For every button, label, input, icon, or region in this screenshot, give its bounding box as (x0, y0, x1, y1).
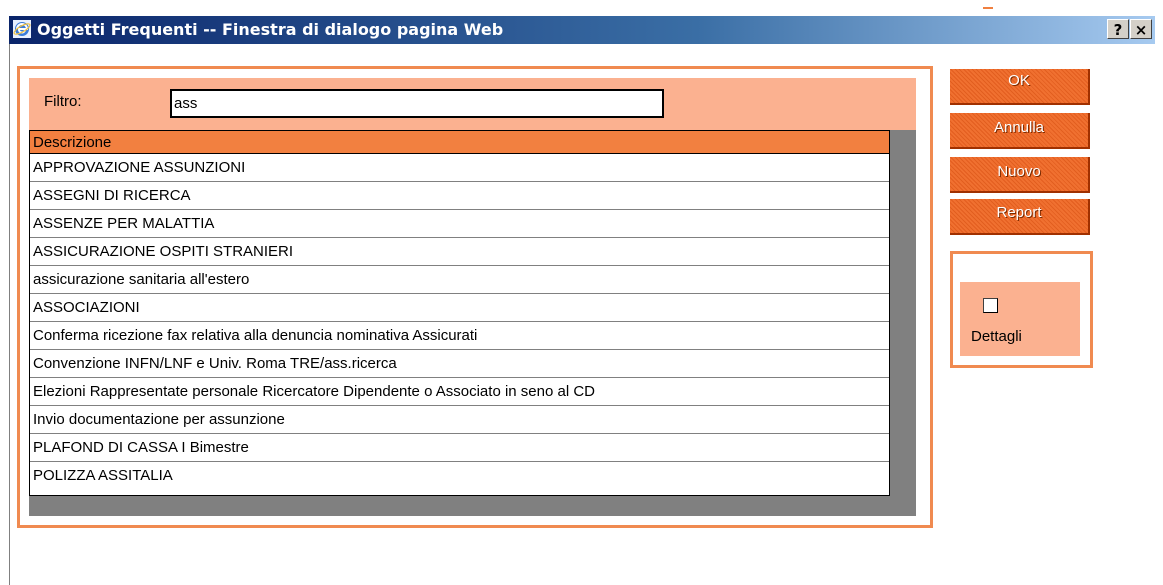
ie-icon (13, 20, 31, 38)
help-button[interactable]: ? (1107, 19, 1129, 39)
results-grid[interactable]: Descrizione APPROVAZIONE ASSUNZIONI ASSEG… (29, 130, 890, 496)
new-button[interactable]: Nuovo (950, 157, 1090, 193)
window-title: Oggetti Frequenti -- Finestra di dialogo… (37, 20, 504, 39)
grid-rows: APPROVAZIONE ASSUNZIONI ASSEGNI DI RICERC… (30, 154, 889, 490)
close-button[interactable]: × (1130, 19, 1152, 39)
table-row[interactable]: Convenzione INFN/LNF e Univ. Roma TRE/as… (30, 350, 889, 378)
table-row[interactable]: ASSICURAZIONE OSPITI STRANIERI (30, 238, 889, 266)
table-row[interactable]: Elezioni Rappresentate personale Ricerca… (30, 378, 889, 406)
column-header-descrizione[interactable]: Descrizione (30, 131, 889, 154)
window-left-border (9, 44, 10, 585)
table-row[interactable]: ASSEGNI DI RICERCA (30, 182, 889, 210)
table-row[interactable]: ASSENZE PER MALATTIA (30, 210, 889, 238)
cancel-button[interactable]: Annulla (950, 113, 1090, 149)
report-button[interactable]: Report (950, 199, 1090, 235)
accent-mark (983, 7, 993, 9)
table-row[interactable]: APPROVAZIONE ASSUNZIONI (30, 154, 889, 182)
table-row[interactable]: PLAFOND DI CASSA I Bimestre (30, 434, 889, 462)
title-bar[interactable]: Oggetti Frequenti -- Finestra di dialogo… (9, 16, 1155, 44)
table-row[interactable]: assicurazione sanitaria all'estero (30, 266, 889, 294)
filter-input[interactable] (170, 89, 664, 118)
details-label: Dettagli (971, 328, 1022, 345)
dialog-window: Oggetti Frequenti -- Finestra di dialogo… (0, 0, 1163, 585)
table-row[interactable]: Invio documentazione per assunzione (30, 406, 889, 434)
table-row[interactable]: Conferma ricezione fax relativa alla den… (30, 322, 889, 350)
table-row[interactable]: POLIZZA ASSITALIA (30, 462, 889, 490)
ok-button[interactable]: OK (950, 69, 1090, 105)
details-checkbox[interactable] (983, 298, 998, 313)
table-row[interactable]: ASSOCIAZIONI (30, 294, 889, 322)
filter-label: Filtro: (44, 93, 82, 110)
